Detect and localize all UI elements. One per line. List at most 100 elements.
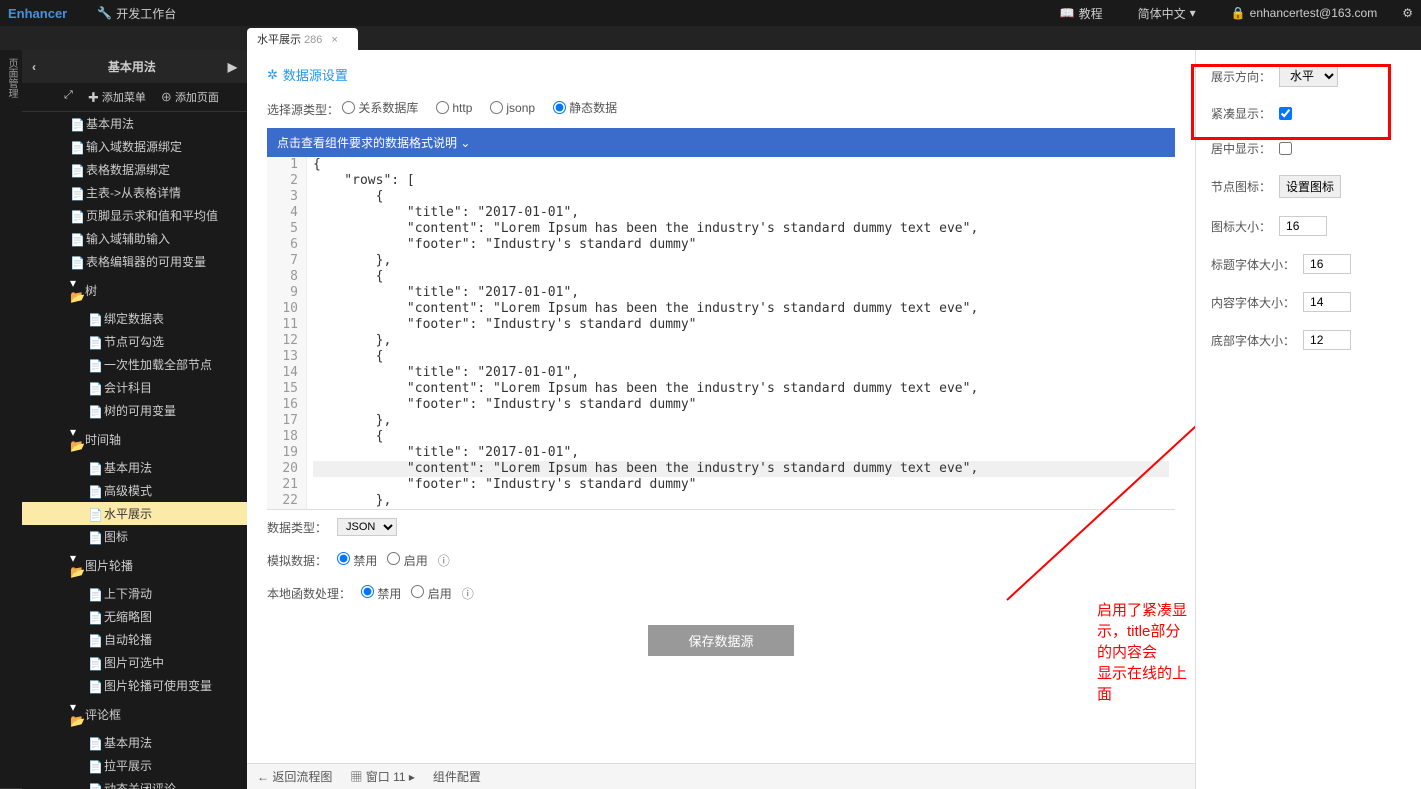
tree-item[interactable]: 📄输入域数据源绑定 [22, 135, 247, 158]
save-datasource-btn[interactable]: 保存数据源 [648, 625, 793, 656]
document-icon: 📄 [70, 141, 82, 153]
prop-title-fs: 标题字体大小： [1211, 254, 1406, 274]
footer-fs-input[interactable] [1303, 330, 1351, 350]
tree-item[interactable]: 📄水平展示 [22, 502, 247, 525]
chevron-left-icon[interactable]: ‹ [32, 60, 36, 74]
tree-item[interactable]: 📄基本用法 [22, 112, 247, 135]
info-bar[interactable]: 点击查看组件要求的数据格式说明 ⌄ [267, 128, 1175, 157]
tree-group[interactable]: ▾📂图片轮播 [22, 548, 247, 582]
side-tab-bar: 页面管理 角色管理 全局配置 自定义 Http 接口 [0, 50, 22, 789]
tree-group[interactable]: ▾📂树 [22, 273, 247, 307]
user-menu[interactable]: 🔒 enhancertest@163.com [1221, 6, 1388, 20]
tree-item[interactable]: 📄图片可选中 [22, 651, 247, 674]
tree-item[interactable]: 📄图片轮播可使用变量 [22, 674, 247, 697]
content-fs-input[interactable] [1303, 292, 1351, 312]
sidebar-actions: ⤢ ✚ 添加菜单 ⊕ 添加页面 [22, 83, 247, 112]
workbench-btn[interactable]: 🔧 开发工作台 [87, 5, 186, 22]
src-type-2[interactable]: jsonp [490, 101, 535, 115]
tree-item[interactable]: 📄节点可勾选 [22, 330, 247, 353]
src-type-1[interactable]: http [436, 101, 472, 115]
side-tab-roles[interactable]: 角色管理 [0, 50, 1, 789]
info-icon[interactable]: ⓘ [462, 585, 474, 602]
caret-down-icon: ▾ [1190, 6, 1196, 20]
tree-group[interactable]: ▾📂时间轴 [22, 422, 247, 456]
mock-enable[interactable]: 启用 [387, 552, 427, 569]
localfn-disable[interactable]: 禁用 [361, 585, 401, 602]
tree-item[interactable]: 📄主表->从表格详情 [22, 181, 247, 204]
document-icon: 📄 [70, 118, 82, 130]
folder-open-icon: ▾📂 [70, 425, 81, 453]
code-body[interactable]: { "rows": [ { "title": "2017-01-01", "co… [307, 157, 1175, 509]
title-fs-input[interactable] [1303, 254, 1351, 274]
play-icon[interactable]: ▶ [228, 60, 237, 74]
settings-icon[interactable]: ⚙ [1402, 6, 1413, 20]
tree-item[interactable]: 📄表格编辑器的可用变量 [22, 250, 247, 273]
tree-item[interactable]: 📄拉平展示 [22, 754, 247, 777]
tutorial-btn[interactable]: 📖 教程 [1050, 5, 1113, 22]
document-icon: 📄 [88, 588, 100, 600]
footer-fs-label: 底部字体大小： [1211, 332, 1295, 349]
code-editor[interactable]: 12345678910111213141516171819202122 { "r… [267, 157, 1175, 510]
document-icon: 📄 [70, 210, 82, 222]
ds-title-text: 数据源设置 [283, 65, 348, 84]
src-type-3[interactable]: 静态数据 [553, 99, 617, 116]
prop-footer-fs: 底部字体大小： [1211, 330, 1406, 350]
tree-item[interactable]: 📄上下滑动 [22, 582, 247, 605]
set-icon-btn[interactable]: 设置图标 [1279, 175, 1341, 198]
tree-item[interactable]: 📄自动轮播 [22, 628, 247, 651]
direction-select[interactable]: 水平 [1279, 65, 1338, 87]
close-icon[interactable]: × [331, 34, 337, 46]
top-bar: Enhancer 🔧 开发工作台 📖 教程 简体中文 ▾ 🔒 enhancert… [0, 0, 1421, 26]
tree-item[interactable]: 📄表格数据源绑定 [22, 158, 247, 181]
center-checkbox[interactable] [1279, 142, 1292, 155]
add-menu-btn[interactable]: ✚ 添加菜单 [88, 89, 146, 105]
prop-direction: 展示方向： 水平 [1211, 65, 1406, 87]
tree-group[interactable]: ▾📂评论框 [22, 697, 247, 731]
tree-item[interactable]: 📄图标 [22, 525, 247, 548]
title-fs-label: 标题字体大小： [1211, 256, 1295, 273]
tree-item[interactable]: 📄树的可用变量 [22, 399, 247, 422]
tree-item[interactable]: 📄无缩略图 [22, 605, 247, 628]
document-icon: 📄 [70, 187, 82, 199]
back-flow-btn[interactable]: ← 返回流程图 [257, 768, 332, 785]
tree-item[interactable]: 📄绑定数据表 [22, 307, 247, 330]
chevron-down-icon: ⌄ [460, 136, 470, 150]
data-type-select[interactable]: JSON [337, 518, 397, 536]
tree-item[interactable]: 📄基本用法 [22, 456, 247, 479]
add-page-btn[interactable]: ⊕ 添加页面 [161, 89, 219, 105]
tree-item[interactable]: 📄动态关闭评论 [22, 777, 247, 789]
document-icon: 📄 [88, 313, 100, 325]
side-tab-pages[interactable]: 页面管理 [1, 50, 22, 789]
mock-disable[interactable]: 禁用 [337, 552, 377, 569]
info-icon[interactable]: ⓘ [438, 552, 450, 569]
footer-bar: ← 返回流程图 ▦ 窗口 11 ▸ 组件配置 [247, 763, 1195, 789]
sidebar-header: ‹ 基本用法 ▶ [22, 50, 247, 83]
user-email: enhancertest@163.com [1250, 6, 1378, 20]
data-type-label: 数据类型： [267, 519, 327, 536]
prop-node-icon: 节点图标： 设置图标 [1211, 175, 1406, 198]
tree-item[interactable]: 📄页脚显示求和值和平均值 [22, 204, 247, 227]
expand-icon[interactable]: ⤢ [64, 89, 73, 105]
tree-item[interactable]: 📄一次性加载全部节点 [22, 353, 247, 376]
language-switch[interactable]: 简体中文 ▾ [1128, 5, 1206, 22]
comp-config-btn[interactable]: 组件配置 [433, 768, 481, 785]
tree-item[interactable]: 📄会计科目 [22, 376, 247, 399]
compact-checkbox[interactable] [1279, 107, 1292, 120]
content: ✲ 数据源设置 选择源类型： 关系数据库 http jsonp 静态数据 点击查… [247, 50, 1421, 789]
tree-item[interactable]: 📄高级模式 [22, 479, 247, 502]
window-btn[interactable]: ▦ 窗口 11 ▸ [350, 768, 415, 785]
src-type-label: 选择源类型： [267, 103, 339, 117]
folder-open-icon: ▾📂 [70, 276, 81, 304]
properties-panel: 展示方向： 水平 紧凑显示： 居中显示： 节点图标： 设置图标 图标大小： 标题… [1195, 50, 1421, 789]
editor-area: ✲ 数据源设置 选择源类型： 关系数据库 http jsonp 静态数据 点击查… [247, 50, 1195, 789]
localfn-enable[interactable]: 启用 [411, 585, 451, 602]
tree-item[interactable]: 📄基本用法 [22, 731, 247, 754]
tree-item[interactable]: 📄输入域辅助输入 [22, 227, 247, 250]
document-icon: 📄 [88, 737, 100, 749]
src-type-0[interactable]: 关系数据库 [342, 99, 418, 116]
icon-size-input[interactable] [1279, 216, 1327, 236]
document-icon: 📄 [88, 382, 100, 394]
tab-active[interactable]: 水平展示 286 × [247, 28, 358, 50]
prop-icon-size: 图标大小： [1211, 216, 1406, 236]
datasource-title: ✲ 数据源设置 [267, 65, 1175, 84]
